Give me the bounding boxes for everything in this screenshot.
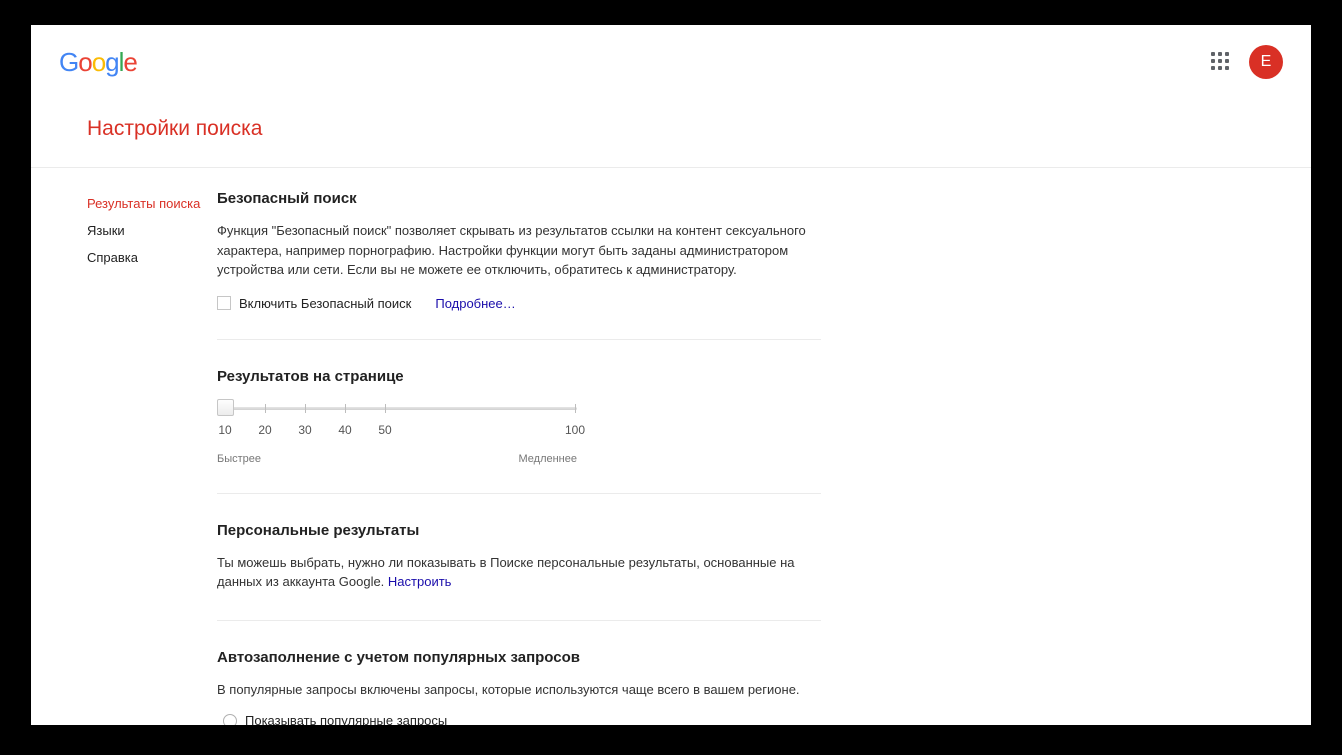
logo-o1: o xyxy=(78,47,91,78)
section-autocomplete: Автозаполнение с учетом популярных запро… xyxy=(217,649,821,726)
page-viewport[interactable]: G o o g l e E Настройки поиска Результат… xyxy=(31,25,1311,725)
slider-captions: Быстрее Медленнее xyxy=(217,453,577,465)
safesearch-checkbox-label: Включить Безопасный поиск xyxy=(239,296,411,311)
safesearch-learnmore-link[interactable]: Подробнее… xyxy=(435,296,515,311)
body-wrap: Результаты поиска Языки Справка Безопасн… xyxy=(31,168,1311,725)
slider-tick xyxy=(305,404,306,413)
slider-label-100: 100 xyxy=(565,423,585,437)
results-per-page-heading: Результатов на странице xyxy=(217,368,821,385)
section-results-per-page: Результатов на странице 10 20 xyxy=(217,368,821,494)
slider-caption-fast: Быстрее xyxy=(217,453,261,465)
slider-tick xyxy=(265,404,266,413)
apps-grid-icon[interactable] xyxy=(1211,52,1231,72)
section-safesearch: Безопасный поиск Функция "Безопасный пои… xyxy=(217,190,821,340)
sidebar: Результаты поиска Языки Справка xyxy=(31,190,201,725)
slider-tick xyxy=(345,404,346,413)
section-personal-results: Персональные результаты Ты можешь выбрат… xyxy=(217,522,821,621)
personal-text-prefix: Ты можешь выбрать, нужно ли показывать в… xyxy=(217,555,795,590)
slider-label-20: 20 xyxy=(258,423,271,437)
slider-handle[interactable] xyxy=(217,399,234,416)
autocomplete-option-show-label: Показывать популярные запросы xyxy=(245,713,447,725)
safesearch-description: Функция "Безопасный поиск" позволяет скр… xyxy=(217,221,821,280)
safesearch-row: Включить Безопасный поиск Подробнее… xyxy=(217,296,821,311)
slider-label-50: 50 xyxy=(378,423,391,437)
slider-track-area[interactable] xyxy=(217,399,577,419)
personal-text: Ты можешь выбрать, нужно ли показывать в… xyxy=(217,553,821,592)
autocomplete-heading: Автозаполнение с учетом популярных запро… xyxy=(217,649,821,666)
google-logo[interactable]: G o o g l e xyxy=(59,47,137,78)
slider-tick xyxy=(385,404,386,413)
slider-label-10: 10 xyxy=(218,423,231,437)
logo-g2: g xyxy=(105,47,118,78)
header: G o o g l e E xyxy=(31,25,1311,89)
sidebar-item-results[interactable]: Результаты поиска xyxy=(87,190,201,217)
slider-label-40: 40 xyxy=(338,423,351,437)
slider-label-30: 30 xyxy=(298,423,311,437)
slider-tick xyxy=(575,404,576,413)
sidebar-item-help[interactable]: Справка xyxy=(87,244,201,271)
slider-labels: 10 20 30 40 50 100 xyxy=(217,423,577,437)
radio-show-popular[interactable] xyxy=(223,714,237,726)
results-slider: 10 20 30 40 50 100 Быстрее Медленнее xyxy=(217,399,577,465)
logo-o2: o xyxy=(92,47,105,78)
avatar-letter: E xyxy=(1261,53,1272,71)
page-title: Настройки поиска xyxy=(31,89,1311,168)
personal-configure-link[interactable]: Настроить xyxy=(388,574,452,589)
safesearch-checkbox[interactable] xyxy=(217,296,231,310)
slider-track xyxy=(225,407,577,410)
autocomplete-description: В популярные запросы включены запросы, к… xyxy=(217,680,821,700)
slider-caption-slow: Медленнее xyxy=(518,453,577,465)
logo-e: e xyxy=(123,47,136,78)
main-content: Безопасный поиск Функция "Безопасный пои… xyxy=(201,190,821,725)
safesearch-heading: Безопасный поиск xyxy=(217,190,821,207)
avatar[interactable]: E xyxy=(1249,45,1283,79)
header-right: E xyxy=(1211,45,1283,79)
sidebar-item-languages[interactable]: Языки xyxy=(87,217,201,244)
autocomplete-option-show-row[interactable]: Показывать популярные запросы xyxy=(217,709,821,725)
personal-heading: Персональные результаты xyxy=(217,522,821,539)
logo-g: G xyxy=(59,47,78,78)
